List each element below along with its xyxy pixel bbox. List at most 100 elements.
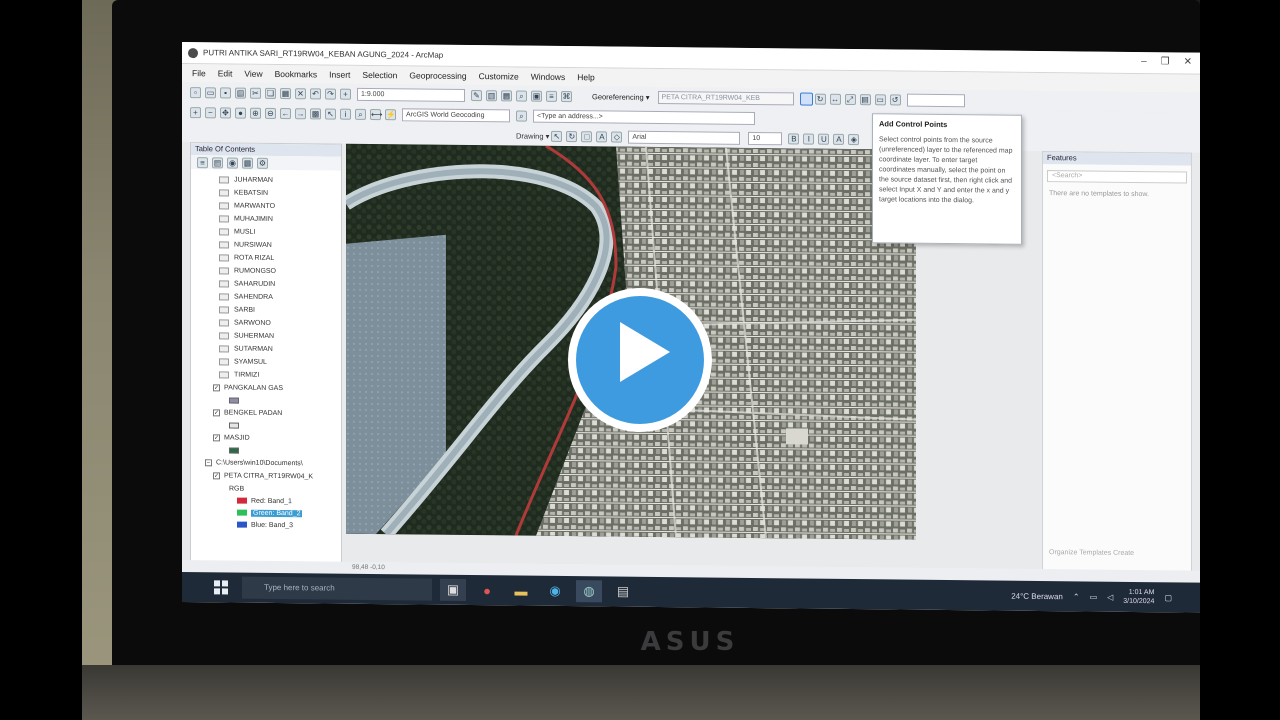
cut-icon[interactable]: ✂: [250, 87, 261, 99]
edit-vertices-icon[interactable]: ◇: [611, 130, 623, 143]
select-elements-draw-icon[interactable]: ↖: [551, 130, 563, 142]
list-by-drawing-order-icon[interactable]: ≡: [197, 156, 208, 168]
zoom-out-icon[interactable]: −: [205, 106, 216, 118]
menu-view[interactable]: View: [244, 69, 262, 79]
rotate-icon[interactable]: ↻: [814, 93, 826, 105]
menu-edit[interactable]: Edit: [218, 68, 233, 78]
list-by-selection-icon[interactable]: ▦: [242, 157, 253, 169]
list-by-source-icon[interactable]: ▤: [212, 156, 223, 168]
layer-checkbox[interactable]: ✓: [213, 384, 220, 392]
edge-icon[interactable]: ◉: [542, 580, 568, 602]
open-icon[interactable]: ▭: [205, 86, 216, 98]
taskbar-search-input[interactable]: Type here to search: [242, 576, 432, 601]
catalog-icon[interactable]: ▦: [501, 89, 512, 101]
options-icon[interactable]: ⚙: [257, 157, 268, 169]
geocoder-combo[interactable]: ArcGIS World Geocoding: [402, 107, 510, 122]
measure-icon[interactable]: ⟷: [370, 108, 382, 120]
underline-button[interactable]: U: [818, 133, 830, 145]
pan-icon[interactable]: ✥: [220, 106, 231, 119]
bold-button[interactable]: B: [788, 132, 800, 144]
shift-icon[interactable]: ↔: [829, 93, 841, 105]
menu-windows[interactable]: Windows: [531, 72, 565, 82]
python-icon[interactable]: ≡: [546, 90, 557, 102]
save-icon[interactable]: ▪: [220, 86, 231, 99]
file-explorer-icon[interactable]: ▬: [508, 579, 534, 601]
forward-icon[interactable]: →: [295, 107, 306, 119]
add-control-points-tooltip: Add Control Points Select control points…: [872, 113, 1022, 245]
copy-icon[interactable]: ❏: [265, 87, 276, 99]
view-link-table-icon[interactable]: ▤: [859, 93, 871, 105]
add-control-points-icon[interactable]: [799, 91, 813, 106]
rotate-draw-icon[interactable]: ↻: [566, 130, 578, 142]
zoom-in-icon[interactable]: +: [190, 106, 201, 118]
viewer-icon[interactable]: ▭: [874, 93, 886, 105]
rectangle-icon[interactable]: □: [581, 130, 593, 142]
task-view-icon[interactable]: ▣: [440, 578, 466, 601]
fixed-zoom-out-icon[interactable]: ⊖: [265, 107, 276, 119]
weather-widget[interactable]: 24°C Berawan: [1011, 591, 1063, 601]
address-input[interactable]: <Type an address...>: [533, 109, 755, 125]
georeferencing-layer-combo[interactable]: PETA CITRA_RT19RW04_KEB: [657, 90, 794, 105]
select-features-icon[interactable]: ▩: [310, 107, 321, 119]
scale-icon[interactable]: ⤢: [844, 93, 856, 105]
fill-color-icon[interactable]: ◈: [848, 133, 860, 145]
hyperlink-icon[interactable]: ⚡: [385, 108, 396, 120]
paste-icon[interactable]: ▦: [280, 87, 291, 99]
find-icon[interactable]: ⌕: [355, 108, 366, 120]
new-document-icon[interactable]: ▫: [190, 86, 201, 98]
back-icon[interactable]: ←: [280, 107, 291, 119]
font-color-icon[interactable]: A: [833, 133, 845, 145]
find-address-icon[interactable]: ⌕: [516, 109, 527, 122]
text-icon[interactable]: A: [596, 130, 608, 142]
font-combo[interactable]: Arial: [628, 130, 741, 145]
clock[interactable]: 1:01 AM 3/10/2024: [1123, 588, 1154, 606]
windows-logo-icon[interactable]: [214, 580, 228, 595]
arctoolbox-icon[interactable]: ▣: [531, 90, 542, 102]
list-by-visibility-icon[interactable]: ◉: [227, 156, 238, 169]
fixed-zoom-in-icon[interactable]: ⊕: [250, 107, 261, 119]
undo-icon[interactable]: ↶: [310, 87, 321, 99]
editor-icon[interactable]: ✎: [471, 89, 482, 101]
identify-icon[interactable]: i: [340, 108, 351, 120]
search-window-icon[interactable]: ⌕: [516, 89, 527, 102]
volume-icon[interactable]: ◁: [1107, 592, 1113, 601]
notification-icon[interactable]: ▢: [1164, 593, 1172, 602]
play-button[interactable]: [568, 288, 712, 432]
network-icon[interactable]: ▭: [1090, 592, 1098, 601]
expand-icon[interactable]: −: [205, 459, 212, 467]
menu-help[interactable]: Help: [577, 72, 594, 82]
template-search-input[interactable]: <Search>: [1047, 170, 1187, 184]
arccatalog-taskbar-icon[interactable]: ▤: [610, 580, 636, 602]
font-size-combo[interactable]: 10: [748, 131, 783, 145]
rotation-input[interactable]: [906, 93, 965, 107]
tray-chevron-icon[interactable]: ⌃: [1073, 592, 1080, 601]
print-icon[interactable]: ▤: [235, 87, 246, 99]
app-icon[interactable]: ●: [474, 579, 500, 601]
layer-checkbox[interactable]: ✓: [213, 472, 220, 480]
delete-icon[interactable]: ✕: [295, 87, 306, 99]
band-blue: Blue: Band_3: [191, 518, 341, 532]
full-extent-icon[interactable]: ●: [235, 107, 246, 119]
close-button[interactable]: ✕: [1184, 56, 1192, 67]
menu-geoprocessing[interactable]: Geoprocessing: [409, 70, 466, 81]
menu-file[interactable]: File: [192, 68, 206, 78]
toc-window-icon[interactable]: ▥: [486, 89, 497, 101]
menu-insert[interactable]: Insert: [329, 70, 350, 80]
select-elements-icon[interactable]: ↖: [325, 107, 336, 120]
menu-bookmarks[interactable]: Bookmarks: [275, 69, 318, 79]
minimize-button[interactable]: –: [1141, 56, 1147, 67]
menu-customize[interactable]: Customize: [479, 71, 519, 81]
add-data-icon[interactable]: +: [340, 88, 351, 100]
auto-adjust-icon[interactable]: ↺: [889, 93, 901, 106]
map-scale-combo[interactable]: 1:9.000: [357, 87, 465, 102]
layer-checkbox[interactable]: ✓: [213, 409, 220, 417]
layer-checkbox[interactable]: ✓: [213, 434, 220, 442]
model-builder-icon[interactable]: ⌘: [561, 90, 572, 102]
redo-icon[interactable]: ↷: [325, 87, 336, 100]
maximize-button[interactable]: ❐: [1161, 56, 1170, 67]
georeferencing-menu[interactable]: Georeferencing ▾: [592, 92, 650, 102]
arcmap-taskbar-icon[interactable]: ◍: [576, 580, 602, 603]
menu-selection[interactable]: Selection: [362, 70, 397, 80]
italic-button[interactable]: I: [803, 133, 815, 145]
drawing-menu[interactable]: Drawing ▾: [516, 131, 549, 140]
